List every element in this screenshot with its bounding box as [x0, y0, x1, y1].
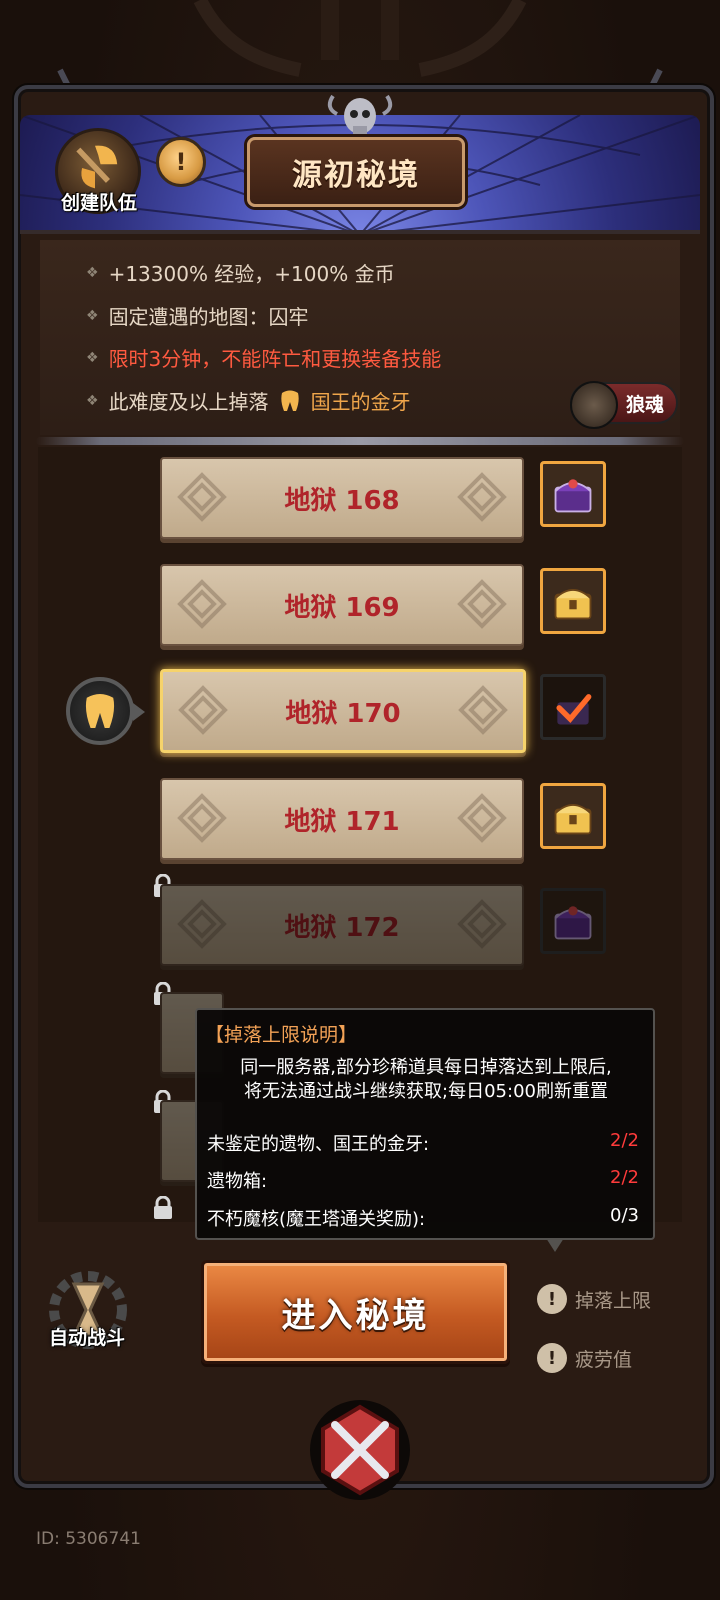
wolf-soul-button[interactable]: 狼魂	[570, 381, 678, 429]
gold-tooth-icon	[280, 390, 299, 411]
fatigue-link[interactable]: ! 疲劳值	[537, 1343, 632, 1373]
drop-limit-link[interactable]: ! 掉落上限	[537, 1284, 651, 1314]
gold-chest-icon	[554, 804, 592, 835]
divider	[36, 437, 684, 445]
level-label: 地狱 169	[284, 592, 400, 623]
tooltip-desc-line: 同一服务器,部分珍稀道具每日掉落达到上限后,	[240, 1057, 612, 1078]
level-label: 地狱 168	[284, 485, 400, 516]
level-label: 地狱 171	[284, 806, 400, 837]
chest-claimed-170[interactable]	[540, 674, 606, 740]
level-button-172[interactable]: 地狱 172	[160, 884, 524, 966]
info-line-drop: ❖ 此难度及以上掉落 国王的金牙	[86, 386, 411, 415]
tooltip-title: 【掉落上限说明】	[205, 1024, 358, 1046]
tooltip-row-value: 2/2	[610, 1167, 639, 1188]
purple-chest-icon	[554, 479, 592, 513]
drop-item-name: 国王的金牙	[310, 390, 411, 414]
knot-ornament-icon	[457, 579, 507, 629]
info-line-bonus: ❖ +13300% 经验，+100% 金币	[86, 258, 395, 287]
knot-ornament-icon	[457, 472, 507, 522]
info-text: 限时3分钟，不能阵亡和更换装备技能	[108, 347, 442, 371]
wolf-soul-label: 狼魂	[625, 393, 664, 416]
drop-limit-tooltip: 【掉落上限说明】 同一服务器,部分珍稀道具每日掉落达到上限后, 将无法通过战斗继…	[195, 1008, 655, 1252]
level-label: 地狱 170	[285, 698, 401, 729]
knot-ornament-icon	[457, 793, 507, 843]
info-text: +13300% 经验，+100% 金币	[108, 262, 395, 286]
bullet-icon: ❖	[86, 307, 99, 324]
level-button-171[interactable]: 地狱 171	[160, 778, 524, 860]
checkmark-icon	[556, 694, 592, 725]
chest-gold-171[interactable]	[540, 783, 606, 849]
current-level-selector	[66, 677, 145, 745]
bullet-icon: ❖	[86, 264, 99, 281]
info-button[interactable]: !	[156, 137, 206, 187]
info-text: 固定遭遇的地图：囚牢	[108, 305, 309, 329]
drop-prefix: 此难度及以上掉落	[108, 390, 269, 414]
tooltip-desc-line: 将无法通过战斗继续获取;每日05:00刷新重置	[244, 1081, 608, 1102]
tooltip-row-value: 0/3	[610, 1205, 639, 1226]
exclamation-icon: !	[175, 148, 187, 176]
tooltip-row-value: 2/2	[610, 1130, 639, 1151]
knot-ornament-icon	[177, 472, 227, 522]
exclamation-icon: !	[537, 1284, 567, 1314]
crossed-swords-emblem-icon[interactable]	[305, 1395, 415, 1505]
level-label: 地狱 172	[284, 912, 400, 943]
tooltip-row: 遗物箱: 2/2	[207, 1167, 643, 1193]
create-team-label: 创建队伍	[60, 192, 137, 214]
info-line-warning: ❖ 限时3分钟，不能阵亡和更换装备技能	[86, 343, 441, 372]
gold-tooth-icon	[85, 694, 115, 728]
purple-chest-icon	[554, 906, 592, 940]
lock-icon	[154, 1196, 172, 1219]
knot-ornament-icon	[177, 899, 227, 949]
chest-purple-168[interactable]	[540, 461, 606, 527]
tooltip-row: 不朽魔核(魔王塔通关奖励): 0/3	[207, 1205, 643, 1231]
gold-chest-icon	[554, 589, 592, 620]
knot-ornament-icon	[178, 685, 228, 735]
enter-realm-button[interactable]: 进入秘境	[201, 1260, 510, 1364]
bullet-icon: ❖	[86, 349, 99, 366]
tooltip-description: 同一服务器,部分珍稀道具每日掉落达到上限后, 将无法通过战斗继续获取;每日05:…	[211, 1056, 641, 1104]
tooltip-row: 未鉴定的遗物、国王的金牙: 2/2	[207, 1130, 643, 1156]
drop-limit-label: 掉落上限	[575, 1289, 652, 1312]
wolf-icon	[570, 381, 618, 429]
auto-battle-label: 自动战斗	[48, 1327, 125, 1349]
page-title: 源初秘境	[247, 137, 465, 207]
tooltip-row-label: 遗物箱:	[207, 1171, 268, 1192]
level-button-168[interactable]: 地狱 168	[160, 457, 524, 539]
level-button-169[interactable]: 地狱 169	[160, 564, 524, 646]
user-id: ID: 5306741	[36, 1529, 141, 1549]
knot-ornament-icon	[458, 685, 508, 735]
level-button-170[interactable]: 地狱 170	[160, 669, 526, 753]
bullet-icon: ❖	[86, 392, 99, 409]
fatigue-label: 疲劳值	[575, 1348, 633, 1371]
info-line-map: ❖ 固定遭遇的地图：囚牢	[86, 301, 309, 330]
knot-ornament-icon	[177, 793, 227, 843]
tooltip-row-label: 未鉴定的遗物、国王的金牙:	[207, 1134, 430, 1155]
knot-ornament-icon	[457, 899, 507, 949]
tooltip-arrow	[546, 1238, 564, 1252]
chest-gold-169[interactable]	[540, 568, 606, 634]
tooltip-row-label: 不朽魔核(魔王塔通关奖励):	[207, 1209, 426, 1230]
exclamation-icon: !	[537, 1343, 567, 1373]
chest-purple-172[interactable]	[540, 888, 606, 954]
knot-ornament-icon	[177, 579, 227, 629]
